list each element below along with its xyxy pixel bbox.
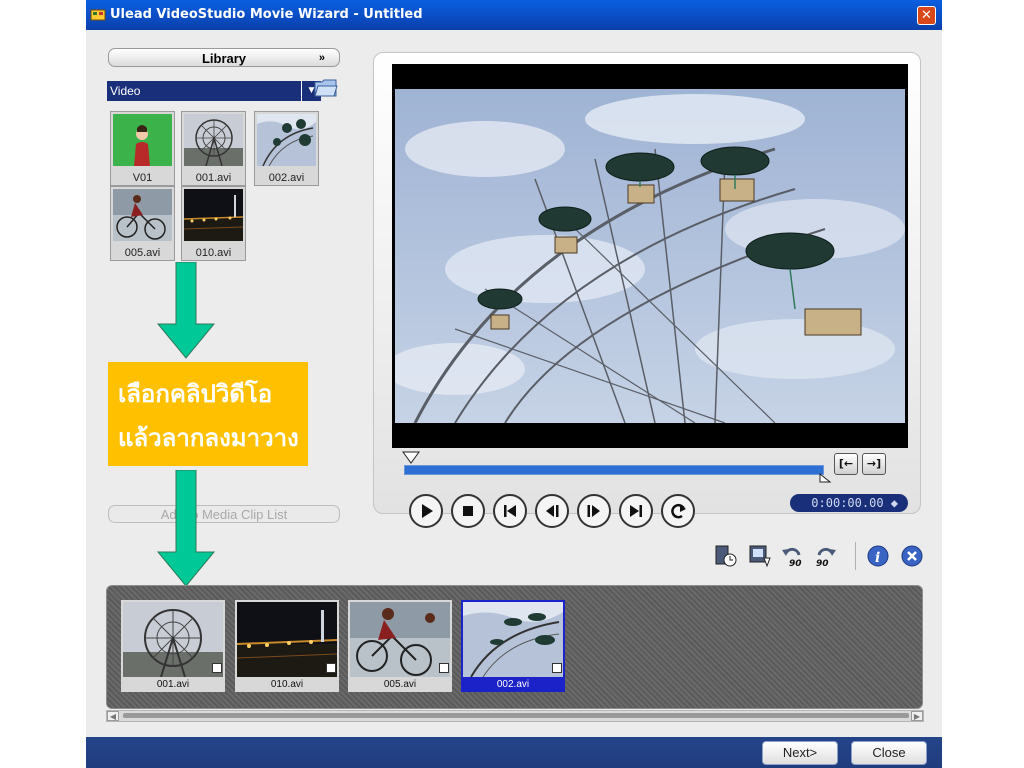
svg-text:90: 90 xyxy=(789,559,802,568)
callout-line-1: เลือกคลิปวิดีโอ xyxy=(118,379,273,408)
delete-icon[interactable] xyxy=(900,544,924,568)
media-clip-list[interactable]: 001.avi 010.avi 005.avi 002.avi xyxy=(106,585,923,709)
info-icon[interactable]: i xyxy=(866,544,890,568)
save-frame-icon[interactable] xyxy=(748,544,772,568)
thumbnail-label: 002.avi xyxy=(268,172,305,184)
instruction-callout: เลือกคลิปวิดีโอ แล้วลากลงมาวาง xyxy=(108,362,308,466)
add-to-media-clip-list-button[interactable]: Add to Media Clip List xyxy=(108,505,340,523)
thumbnail-label: V01 xyxy=(132,172,153,184)
scrubber-track[interactable] xyxy=(404,465,824,475)
wizard-button-bar: Next> Close xyxy=(86,737,942,768)
thumbnail-image xyxy=(184,114,243,166)
clip-label: 005.avi xyxy=(383,679,417,690)
thumbnail-image xyxy=(113,114,172,166)
library-thumbnail[interactable]: 001.avi xyxy=(181,111,246,186)
thumbnail-image xyxy=(113,189,172,241)
preview-frame-image xyxy=(395,89,905,423)
previous-frame-button[interactable] xyxy=(534,493,570,529)
clip-thumbnail-image xyxy=(463,602,563,677)
clip-label: 010.avi xyxy=(270,679,304,690)
timecode-value: 0:00:00.00 xyxy=(811,496,884,510)
scrollbar-thumb[interactable] xyxy=(123,713,909,718)
movie-wizard-window: Ulead VideoStudio Movie Wizard - Untitle… xyxy=(86,0,942,768)
clip-audio-badge-icon xyxy=(326,663,336,673)
timeline-clip[interactable]: 010.avi xyxy=(235,600,339,692)
title-bar: Ulead VideoStudio Movie Wizard - Untitle… xyxy=(86,0,942,30)
timecode-spinner-icon[interactable]: ◆ xyxy=(884,496,898,510)
next-frame-button[interactable] xyxy=(576,493,612,529)
open-folder-icon[interactable] xyxy=(314,77,338,99)
svg-text:i: i xyxy=(875,550,880,566)
thumbnail-label: 001.avi xyxy=(195,172,232,184)
close-button[interactable]: Close xyxy=(851,741,927,765)
clip-thumbnail-image xyxy=(123,602,223,677)
timeline-clip[interactable]: 001.avi xyxy=(121,600,225,692)
trim-start-handle-icon[interactable] xyxy=(402,451,420,465)
timeline-clip[interactable]: 005.avi xyxy=(348,600,452,692)
library-label: Library xyxy=(201,51,247,66)
double-chevron-down-icon: » xyxy=(318,52,325,64)
scroll-left-icon[interactable]: ◀ xyxy=(107,711,119,721)
media-type-select[interactable]: Video ▼ xyxy=(107,81,321,101)
media-type-value: Video xyxy=(110,84,141,98)
library-button[interactable]: Library » xyxy=(108,48,340,67)
timeline-clip-selected[interactable]: 002.avi xyxy=(461,600,565,692)
down-arrow-icon xyxy=(156,470,216,587)
toolbar-separator xyxy=(855,542,856,570)
next-button[interactable]: Next> xyxy=(762,741,838,765)
thumbnail-label: 005.avi xyxy=(124,247,161,259)
library-thumbnail[interactable]: V01 xyxy=(110,111,175,186)
clip-label: 001.avi xyxy=(156,679,190,690)
rotate-left-90-icon[interactable]: 90 xyxy=(780,544,804,568)
mark-out-button[interactable]: →] xyxy=(862,453,886,475)
scroll-right-icon[interactable]: ▶ xyxy=(911,711,923,721)
clip-thumbnail-image xyxy=(237,602,337,677)
clip-list-scrollbar[interactable]: ◀ ▶ xyxy=(106,710,924,722)
app-icon xyxy=(90,9,106,21)
trim-end-handle-icon[interactable] xyxy=(819,473,831,483)
rotate-right-90-icon[interactable]: 90 xyxy=(814,544,838,568)
stop-button[interactable] xyxy=(450,493,486,529)
go-to-start-button[interactable] xyxy=(492,493,528,529)
clip-label: 002.avi xyxy=(461,678,565,692)
timecode-display[interactable]: 0:00:00.00 ◆ xyxy=(790,494,908,512)
callout-line-2: แล้วลากลงมาวาง xyxy=(118,423,299,452)
mark-in-button[interactable]: [← xyxy=(834,453,858,475)
library-thumbnail[interactable]: 002.avi xyxy=(254,111,319,186)
wizard-body: Library » Video ▼ V01 001.avi 002.avi 00… xyxy=(86,30,942,737)
clip-audio-badge-icon xyxy=(552,663,562,673)
mark-in-icon: [← xyxy=(838,457,854,470)
clip-audio-badge-icon xyxy=(439,663,449,673)
library-thumbnail[interactable]: 010.avi xyxy=(181,186,246,261)
stop-icon xyxy=(463,506,473,516)
svg-text:90: 90 xyxy=(816,559,829,568)
video-preview-screen xyxy=(392,64,908,448)
thumbnail-image xyxy=(184,189,243,241)
thumbnail-image xyxy=(257,114,316,166)
play-button[interactable] xyxy=(408,493,444,529)
thumbnail-label: 010.avi xyxy=(195,247,232,259)
window-close-button[interactable]: ✕ xyxy=(917,6,936,25)
repeat-button[interactable] xyxy=(660,493,696,529)
preview-panel: [← →] 0:00:00.00 ◆ xyxy=(373,52,921,514)
clip-thumbnail-image xyxy=(350,602,450,677)
down-arrow-icon xyxy=(156,262,216,359)
mark-buttons: [← →] xyxy=(834,453,888,477)
library-thumbnail[interactable]: 005.avi xyxy=(110,186,175,261)
clip-duration-icon[interactable] xyxy=(714,544,738,568)
window-title: Ulead VideoStudio Movie Wizard - Untitle… xyxy=(110,7,423,22)
clip-audio-badge-icon xyxy=(212,663,222,673)
go-to-end-button[interactable] xyxy=(618,493,654,529)
mark-out-icon: →] xyxy=(866,457,882,470)
